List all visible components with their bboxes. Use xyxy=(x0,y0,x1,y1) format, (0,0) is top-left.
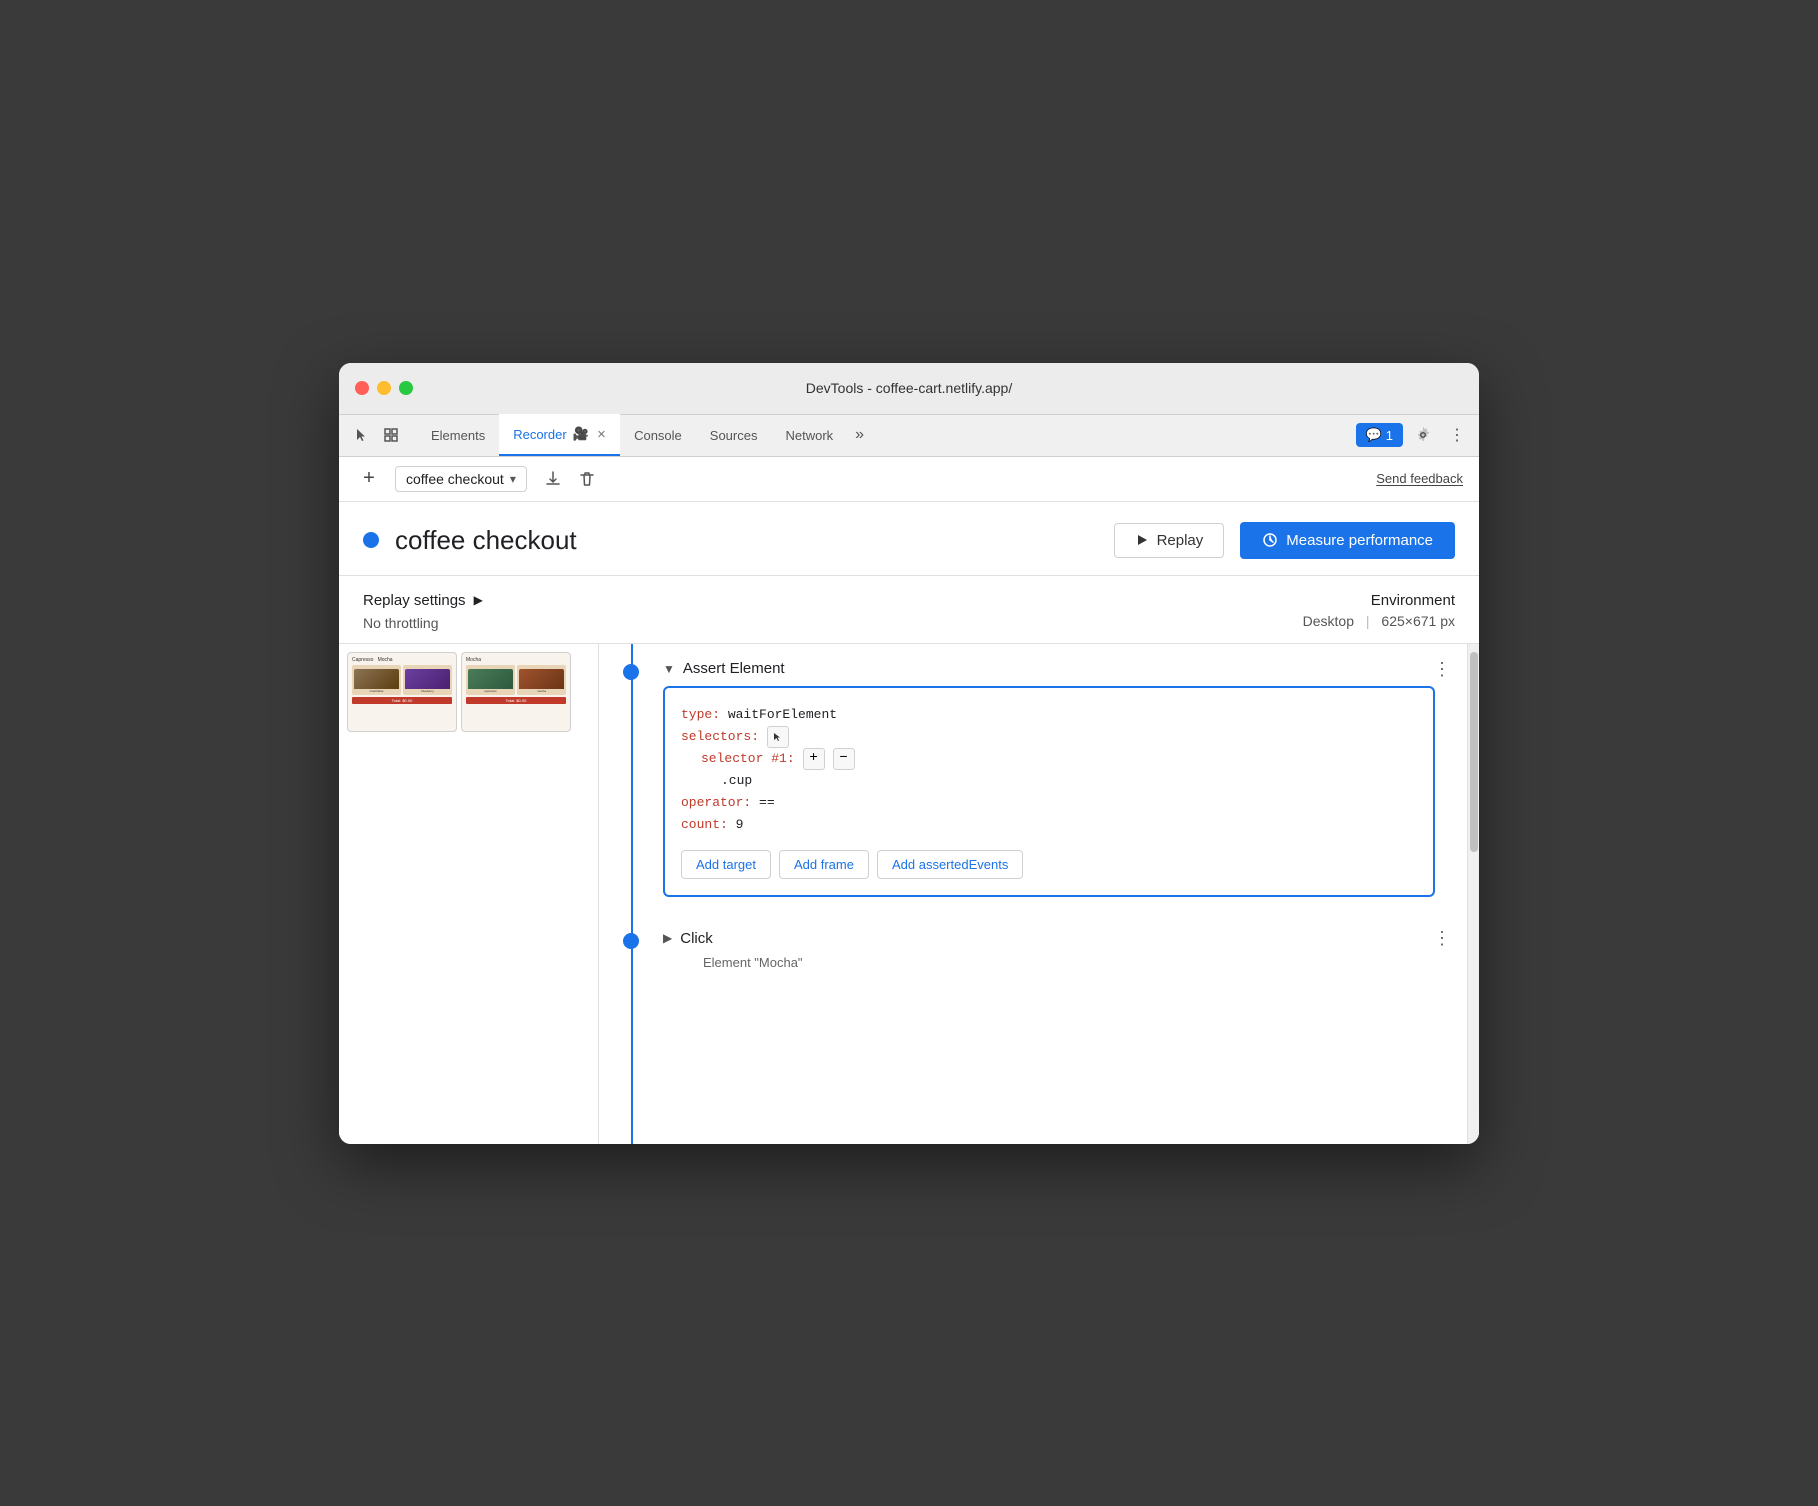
recorder-toolbar: + coffee checkout ▾ Send feedback xyxy=(339,457,1479,502)
devtools-window: DevTools - coffee-cart.netlify.app/ xyxy=(339,363,1479,1144)
inspect-icon-btn[interactable] xyxy=(377,421,405,449)
thumbnail-panel: Capresso Mocha matchlatte blueberry xyxy=(339,644,599,1144)
more-options-button[interactable]: ⋮ xyxy=(1443,421,1471,449)
recorder-icon: 🎥 xyxy=(573,426,589,442)
type-label: type: xyxy=(681,707,720,722)
tabs: Elements Recorder 🎥 ✕ Console Sources Ne… xyxy=(417,414,1356,456)
tab-sources[interactable]: Sources xyxy=(696,414,772,456)
thumbnail-strip: Capresso Mocha matchlatte blueberry xyxy=(347,652,590,732)
tab-bar-icons xyxy=(347,421,405,449)
recording-status-dot xyxy=(363,532,379,548)
tab-console[interactable]: Console xyxy=(620,414,696,456)
tab-bar: Elements Recorder 🎥 ✕ Console Sources Ne… xyxy=(339,415,1479,457)
chevron-down-icon: ▾ xyxy=(510,472,516,486)
recording-title: coffee checkout xyxy=(395,525,1098,556)
chat-button[interactable]: 💬 1 xyxy=(1356,423,1403,447)
assert-element-step: ▼ Assert Element ⋮ type: waitForElement xyxy=(599,644,1467,914)
tab-elements[interactable]: Elements xyxy=(417,414,499,456)
environment-label: Environment xyxy=(1303,592,1455,609)
selectors-row: selectors: xyxy=(681,726,1417,748)
replay-settings-section: Replay settings ▶ No throttling xyxy=(363,592,483,631)
cursor-icon-btn[interactable] xyxy=(347,421,375,449)
selector-value: .cup xyxy=(721,770,1417,792)
replay-settings-toggle[interactable]: Replay settings ▶ xyxy=(363,592,483,609)
code-block: type: waitForElement selectors: xyxy=(681,704,1417,837)
click-step-subtitle: Element "Mocha" xyxy=(703,955,1451,970)
assert-element-title: Assert Element xyxy=(683,660,785,677)
click-step-more-button[interactable]: ⋮ xyxy=(1433,929,1451,947)
add-selector-button[interactable]: + xyxy=(803,748,825,770)
export-button[interactable] xyxy=(539,465,567,493)
scrollbar[interactable] xyxy=(1467,644,1479,1144)
titlebar: DevTools - coffee-cart.netlify.app/ xyxy=(339,363,1479,415)
traffic-lights xyxy=(355,381,413,395)
toolbar-action-icons xyxy=(539,465,601,493)
pick-selector-icon[interactable] xyxy=(767,726,789,748)
close-button[interactable] xyxy=(355,381,369,395)
add-target-button[interactable]: Add target xyxy=(681,850,771,879)
measure-performance-button[interactable]: Measure performance xyxy=(1240,522,1455,559)
click-step-title: Click xyxy=(680,930,713,947)
assert-element-more-button[interactable]: ⋮ xyxy=(1433,660,1451,678)
throttle-value: No throttling xyxy=(363,615,483,631)
selector-number-row: selector #1: + − xyxy=(701,748,1417,770)
steps-area: Capresso Mocha matchlatte blueberry xyxy=(339,644,1479,1144)
window-title: DevTools - coffee-cart.netlify.app/ xyxy=(806,380,1012,396)
tab-recorder[interactable]: Recorder 🎥 ✕ xyxy=(499,414,620,456)
tab-bar-actions: 💬 1 ⋮ xyxy=(1356,421,1471,449)
step-dot-2 xyxy=(623,933,639,949)
settings-gear-button[interactable] xyxy=(1409,421,1437,449)
environment-section: Environment Desktop | 625×671 px xyxy=(1303,592,1455,629)
devtools-body: Elements Recorder 🎥 ✕ Console Sources Ne… xyxy=(339,415,1479,1144)
scrollbar-thumb[interactable] xyxy=(1470,652,1478,852)
more-tabs-button[interactable]: » xyxy=(847,426,872,444)
send-feedback-link[interactable]: Send feedback xyxy=(1376,471,1463,486)
tab-close-icon[interactable]: ✕ xyxy=(597,428,606,441)
chat-icon: 💬 xyxy=(1366,427,1382,443)
step-dot-1 xyxy=(623,664,639,680)
add-recording-button[interactable]: + xyxy=(355,465,383,493)
minimize-button[interactable] xyxy=(377,381,391,395)
add-frame-button[interactable]: Add frame xyxy=(779,850,869,879)
click-step-header: ▶ Click ⋮ xyxy=(663,929,1451,947)
click-step-content: ▶ Click ⋮ Element "Mocha" xyxy=(663,929,1451,970)
tab-network[interactable]: Network xyxy=(771,414,847,456)
settings-expand-arrow: ▶ xyxy=(474,593,483,607)
environment-value: Desktop | 625×671 px xyxy=(1303,613,1455,629)
screenshot-thumbnail-1[interactable]: Capresso Mocha matchlatte blueberry xyxy=(347,652,457,732)
add-asserted-events-button[interactable]: Add assertedEvents xyxy=(877,850,1023,879)
screenshot-thumbnail-2[interactable]: Mocha espresso mocha xyxy=(461,652,571,732)
click-step: ▶ Click ⋮ Element "Mocha" xyxy=(599,913,1467,986)
click-step-expand-icon[interactable]: ▶ xyxy=(663,931,672,945)
replay-button[interactable]: Replay xyxy=(1114,523,1225,558)
assert-element-box: type: waitForElement selectors: xyxy=(663,686,1435,898)
recording-selector[interactable]: coffee checkout ▾ xyxy=(395,466,527,492)
assert-element-header: ▼ Assert Element ⋮ xyxy=(663,660,1451,678)
steps-column: ▼ Assert Element ⋮ type: waitForElement xyxy=(599,644,1467,1144)
remove-selector-button[interactable]: − xyxy=(833,748,855,770)
assert-action-buttons: Add target Add frame Add assertedEvents xyxy=(681,850,1417,879)
recording-header: coffee checkout Replay Measure performan… xyxy=(339,502,1479,576)
assert-element-content: ▼ Assert Element ⋮ type: waitForElement xyxy=(663,660,1451,898)
settings-bar: Replay settings ▶ No throttling Environm… xyxy=(339,576,1479,644)
assert-element-expand-icon[interactable]: ▼ xyxy=(663,662,675,676)
maximize-button[interactable] xyxy=(399,381,413,395)
delete-button[interactable] xyxy=(573,465,601,493)
